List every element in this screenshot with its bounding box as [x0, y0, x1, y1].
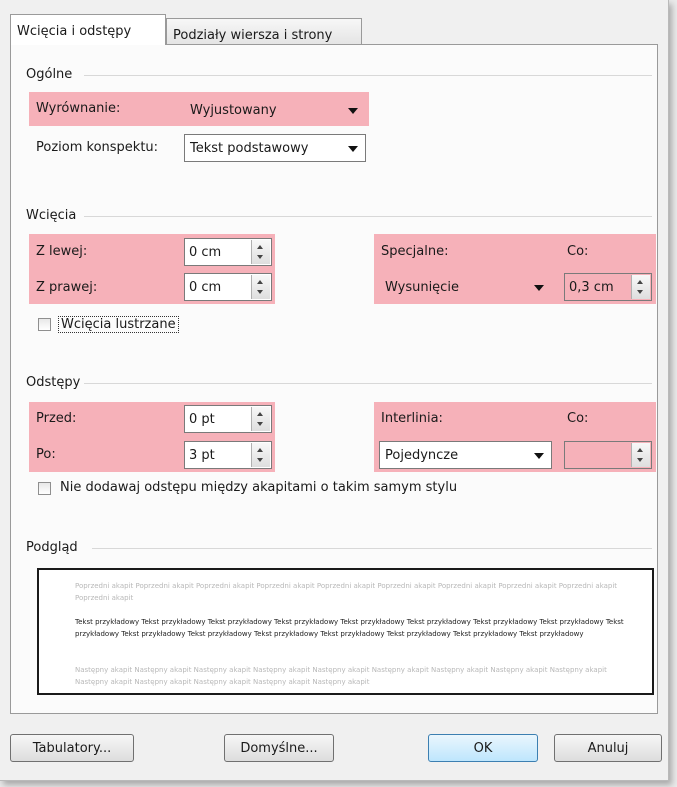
- spin-down-icon: [257, 255, 263, 259]
- spin-up-icon: [257, 245, 263, 249]
- spin-buttons[interactable]: [251, 443, 270, 467]
- spin-buttons[interactable]: [631, 443, 650, 467]
- line-spacing-at-label: Co:: [567, 411, 589, 426]
- tab-label: Podziały wiersza i strony: [173, 28, 333, 43]
- spin-down-icon: [257, 422, 263, 426]
- section-general-title: Ogólne: [26, 67, 73, 82]
- alignment-value: Wyjustowany: [190, 103, 277, 118]
- mirror-indents-label: Wcięcia lustrzane: [58, 316, 179, 333]
- indent-right-value: 0 cm: [189, 280, 222, 295]
- section-preview-title: Podgląd: [26, 540, 78, 555]
- spacing-after-spinner[interactable]: 3 pt: [184, 441, 272, 469]
- tab-line-and-page-breaks[interactable]: Podziały wiersza i strony: [166, 18, 362, 46]
- section-indent-title: Wcięcia: [26, 208, 77, 223]
- preview-next-paragraph: Następny akapit Następny akapit Następny…: [75, 666, 607, 686]
- alignment-label: Wyrównanie:: [36, 101, 121, 116]
- chevron-down-icon: [534, 285, 544, 291]
- spacing-before-label: Przed:: [36, 411, 77, 426]
- section-spacing-title: Odstępy: [26, 375, 81, 390]
- mirror-indents-checkbox[interactable]: [38, 318, 51, 331]
- tabs-button[interactable]: Tabulatory...: [10, 734, 134, 762]
- spin-buttons[interactable]: [251, 275, 270, 299]
- spin-buttons[interactable]: [251, 407, 270, 431]
- preview-box: Poprzedni akapit Poprzedni akapit Poprze…: [37, 568, 654, 695]
- spacing-after-label: Po:: [36, 447, 56, 462]
- spin-down-icon: [637, 290, 643, 294]
- indent-right-label: Z prawej:: [36, 280, 98, 295]
- chevron-down-icon: [348, 108, 358, 114]
- special-value: Wysunięcie: [385, 280, 459, 295]
- indent-left-spinner[interactable]: 0 cm: [184, 238, 272, 266]
- tab-indents-and-spacing[interactable]: Wcięcia i odstępy: [10, 14, 166, 45]
- special-by-spinner[interactable]: 0,3 cm: [564, 273, 652, 301]
- outline-level-label: Poziom konspektu:: [36, 140, 159, 155]
- default-button[interactable]: Domyślne...: [224, 734, 334, 762]
- preview-previous-paragraph: Poprzedni akapit Poprzedni akapit Poprze…: [75, 582, 618, 602]
- alignment-dropdown[interactable]: Wyjustowany: [184, 96, 366, 124]
- spin-down-icon: [257, 290, 263, 294]
- line-spacing-label: Interlinia:: [381, 411, 443, 426]
- tab-label: Wcięcia i odstępy: [17, 24, 132, 39]
- cancel-button[interactable]: Anuluj: [554, 734, 662, 762]
- spin-buttons[interactable]: [631, 275, 650, 299]
- divider: [84, 75, 652, 76]
- spin-down-icon: [257, 458, 263, 462]
- spin-down-icon: [637, 458, 643, 462]
- spin-up-icon: [637, 280, 643, 284]
- line-spacing-dropdown[interactable]: Pojedyncze: [379, 441, 552, 469]
- spacing-before-spinner[interactable]: 0 pt: [184, 405, 272, 433]
- divider: [84, 216, 652, 217]
- spacing-before-value: 0 pt: [189, 412, 215, 427]
- chevron-down-icon: [534, 453, 544, 459]
- no-space-same-style-checkbox[interactable]: [38, 482, 51, 495]
- special-by-label: Co:: [567, 244, 589, 259]
- preview-sample-paragraph: Tekst przykładowy Tekst przykładowy Teks…: [75, 618, 624, 638]
- divider: [84, 383, 652, 384]
- indent-left-label: Z lewej:: [36, 244, 88, 259]
- paragraph-dialog: Wcięcia i odstępy Podziały wiersza i str…: [0, 0, 669, 781]
- outline-level-value: Tekst podstawowy: [190, 141, 309, 156]
- ok-button[interactable]: OK: [428, 734, 538, 762]
- spin-up-icon: [257, 448, 263, 452]
- divider: [92, 548, 652, 549]
- spin-buttons[interactable]: [251, 240, 270, 264]
- chevron-down-icon: [348, 146, 358, 152]
- spacing-after-value: 3 pt: [189, 448, 215, 463]
- indent-right-spinner[interactable]: 0 cm: [184, 273, 272, 301]
- outline-level-dropdown[interactable]: Tekst podstawowy: [184, 134, 366, 162]
- special-dropdown[interactable]: Wysunięcie: [379, 273, 552, 301]
- special-label: Specjalne:: [381, 244, 449, 259]
- spin-up-icon: [257, 412, 263, 416]
- line-spacing-value: Pojedyncze: [385, 448, 459, 463]
- spin-up-icon: [637, 448, 643, 452]
- spin-up-icon: [257, 280, 263, 284]
- line-spacing-at-spinner[interactable]: [564, 441, 652, 469]
- no-space-same-style-label: Nie dodawaj odstępu między akapitami o t…: [60, 480, 458, 495]
- special-by-value: 0,3 cm: [569, 280, 614, 295]
- indent-left-value: 0 cm: [189, 245, 222, 260]
